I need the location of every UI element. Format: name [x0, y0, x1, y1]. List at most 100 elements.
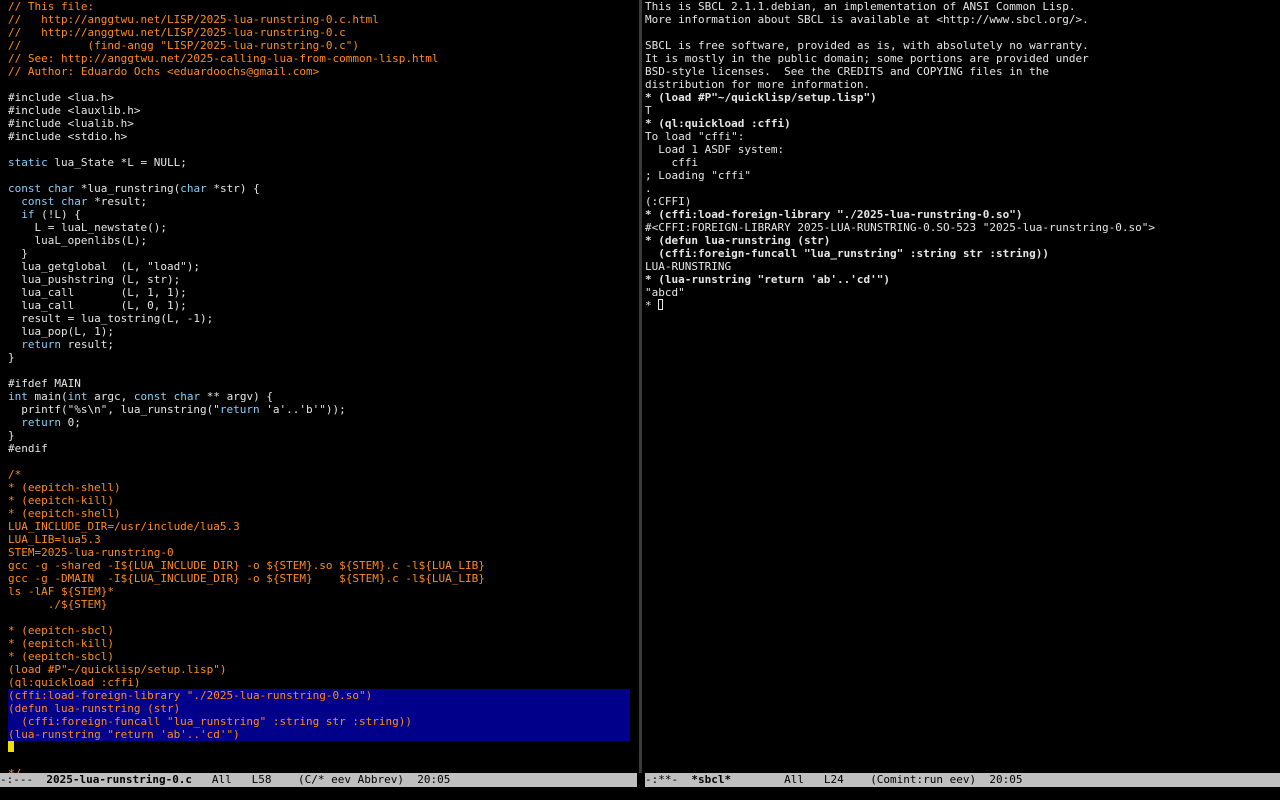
- code-line: gcc -g -shared -I${LUA_INCLUDE_DIR} -o $…: [8, 559, 485, 572]
- code-line: }: [8, 429, 15, 442]
- code-line: * (eepitch-sbcl): [8, 624, 114, 637]
- code-line: * (eepitch-shell): [8, 507, 121, 520]
- code-line: const char *lua_runstring(char *str) {: [8, 182, 260, 195]
- mode-line-time: 20:05: [404, 773, 451, 786]
- repl-line: This is SBCL 2.1.1.debian, an implementa…: [645, 0, 1076, 13]
- mode-line-buffer-name[interactable]: *sbcl*: [691, 773, 731, 786]
- repl-line: cffi: [645, 156, 698, 169]
- code-line: lua_call (L, 0, 1);: [8, 299, 187, 312]
- code-line: #endif: [8, 442, 48, 455]
- code-line: ls -lAF ${STEM}*: [8, 585, 114, 598]
- code-line: static lua_State *L = NULL;: [8, 156, 187, 169]
- repl-line: (cffi:foreign-funcall "lua_runstring" :s…: [645, 247, 1049, 260]
- code-line: L = luaL_newstate();: [8, 221, 167, 234]
- code-line: (cffi:load-foreign-library "./2025-lua-r…: [8, 689, 630, 702]
- mode-line-right[interactable]: -:**- *sbcl* All L24 (Comint:run eev) 20…: [645, 773, 1280, 787]
- mode-line-buffer-name[interactable]: 2025-lua-runstring-0.c: [46, 773, 192, 786]
- repl-line: * (defun lua-runstring (str): [645, 234, 831, 247]
- minibuffer[interactable]: [0, 787, 1280, 800]
- code-line: (cffi:foreign-funcall "lua_runstring" :s…: [8, 715, 630, 728]
- code-line: [8, 741, 637, 754]
- repl-line: T: [645, 104, 652, 117]
- repl-line: More information about SBCL is available…: [645, 13, 1089, 26]
- code-line: /*: [8, 468, 22, 481]
- keyword-token: const: [8, 182, 42, 195]
- keyword-token: return: [219, 403, 260, 416]
- code-line: #include <lua.h>: [8, 91, 114, 104]
- c-source-text[interactable]: // This file:// http://anggtwu.net/LISP/…: [8, 0, 637, 773]
- repl-line: SBCL is free software, provided as is, w…: [645, 39, 1089, 52]
- code-line: (ql:quickload :cffi): [8, 676, 141, 689]
- keyword-token: char: [61, 195, 88, 208]
- repl-line: Load 1 ASDF system:: [645, 143, 785, 156]
- code-line: return result;: [21, 338, 114, 351]
- code-line: int main(int argc, const char ** argv) {: [8, 390, 273, 403]
- repl-line: It is mostly in the public domain; some …: [645, 52, 1089, 65]
- c-source-buffer[interactable]: // This file:// http://anggtwu.net/LISP/…: [0, 0, 637, 773]
- repl-line: [645, 26, 1280, 39]
- code-line: // http://anggtwu.net/LISP/2025-lua-runs…: [8, 26, 346, 39]
- code-line: (lua-runstring "return 'ab'..'cd'"): [8, 728, 630, 741]
- code-line: // (find-angg "LISP/2025-lua-runstring-0…: [8, 39, 359, 52]
- code-line: luaL_openlibs(L);: [8, 234, 148, 247]
- repl-line: * (load #P"~/quicklisp/setup.lisp"): [645, 91, 877, 104]
- keyword-token: return: [21, 338, 61, 351]
- repl-line: (:CFFI): [645, 195, 692, 208]
- code-line: * (eepitch-shell): [8, 481, 121, 494]
- code-line: #include <stdio.h>: [8, 130, 128, 143]
- code-line: lua_pushstring (L, str);: [8, 273, 181, 286]
- code-line: const char *result;: [21, 195, 148, 208]
- keyword-token: int: [8, 390, 28, 403]
- code-line: (load #P"~/quicklisp/setup.lisp"): [8, 663, 227, 676]
- repl-line: LUA-RUNSTRING: [645, 260, 732, 273]
- repl-line: .: [645, 182, 652, 195]
- repl-line: *: [645, 299, 1280, 312]
- repl-line: ; Loading "cffi": [645, 169, 751, 182]
- code-line: #ifdef MAIN: [8, 377, 81, 390]
- repl-line: * (lua-runstring "return 'ab'..'cd'"): [645, 273, 891, 286]
- code-line: #include <lauxlib.h>: [8, 104, 141, 117]
- keyword-token: const: [133, 390, 167, 403]
- window-divider[interactable]: [637, 0, 645, 773]
- code-line: (defun lua-runstring (str): [8, 702, 630, 715]
- mode-line-position: All L24: [731, 773, 871, 786]
- mode-line-modes[interactable]: (Comint:run eev): [870, 773, 976, 786]
- repl-line: * (cffi:load-foreign-library "./2025-lua…: [645, 208, 1023, 221]
- mode-line-status: -:**-: [645, 773, 692, 786]
- repl-line: #<CFFI:FOREIGN-LIBRARY 2025-LUA-RUNSTRIN…: [645, 221, 1155, 234]
- sbcl-repl-text[interactable]: This is SBCL 2.1.1.debian, an implementa…: [645, 0, 1280, 312]
- code-line: return 0;: [21, 416, 81, 429]
- mode-line-modes[interactable]: (C/* eev Abbrev): [298, 773, 404, 786]
- code-line: * (eepitch-sbcl): [8, 650, 114, 663]
- repl-line: BSD-style licenses. See the CREDITS and …: [645, 65, 1049, 78]
- mode-line-time: 20:05: [976, 773, 1023, 786]
- keyword-token: if: [21, 208, 35, 221]
- mode-line-left[interactable]: -:--- 2025-lua-runstring-0.c All L58 (C/…: [0, 773, 637, 787]
- code-line: STEM=2025-lua-runstring-0: [8, 546, 174, 559]
- code-line: // See: http://anggtwu.net/2025-calling-…: [8, 52, 439, 65]
- code-line: // This file:: [8, 0, 95, 13]
- code-line: // http://anggtwu.net/LISP/2025-lua-runs…: [8, 13, 379, 26]
- code-line: lua_call (L, 1, 1);: [8, 286, 187, 299]
- text-cursor: [8, 741, 14, 752]
- mode-line-status: -:---: [0, 773, 47, 786]
- keyword-token: char: [180, 182, 207, 195]
- code-line: result = lua_tostring(L, -1);: [8, 312, 214, 325]
- keyword-token: const: [21, 195, 55, 208]
- code-line: * (eepitch-kill): [8, 494, 114, 507]
- code-line: #include <lualib.h>: [8, 117, 134, 130]
- repl-line: * (ql:quickload :cffi): [645, 117, 791, 130]
- code-line: ./${STEM}: [8, 598, 108, 611]
- repl-line: distribution for more information.: [645, 78, 871, 91]
- code-line: gcc -g -DMAIN -I${LUA_INCLUDE_DIR} -o ${…: [8, 572, 485, 585]
- code-line: // Author: Eduardo Ochs <eduardoochs@gma…: [8, 65, 320, 78]
- sbcl-repl-buffer[interactable]: This is SBCL 2.1.1.debian, an implementa…: [645, 0, 1280, 773]
- keyword-token: return: [21, 416, 61, 429]
